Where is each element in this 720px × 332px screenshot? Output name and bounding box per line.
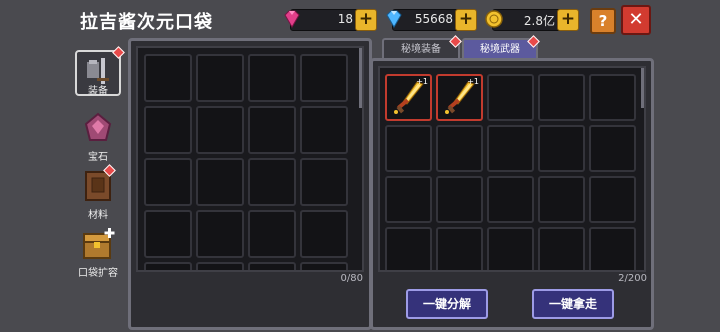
gold-coin-value: 2.8亿 (523, 14, 555, 28)
inventory-slot[interactable]: +1 (436, 74, 483, 121)
gem-icon (80, 110, 116, 146)
inventory-slot[interactable] (436, 227, 483, 270)
tab-realm-equipment[interactable]: 秘境装备 (382, 35, 462, 60)
add-blue-gem-button[interactable]: + (455, 9, 477, 31)
blue-gem-icon (386, 10, 402, 28)
inventory-slot[interactable] (589, 125, 636, 172)
tab-label: 秘境武器 (480, 44, 520, 55)
one-click-take-all-button[interactable]: 一键拿走 (532, 289, 614, 319)
inventory-slot[interactable] (487, 176, 534, 223)
close-button[interactable]: ✕ (621, 5, 651, 35)
inventory-slot[interactable] (300, 106, 348, 154)
inventory-slot[interactable] (300, 158, 348, 206)
realm-capacity: 2/200 (618, 273, 647, 284)
inventory-slot[interactable] (385, 176, 432, 223)
inventory-slot[interactable] (144, 54, 192, 102)
badge-dot (449, 35, 462, 48)
chest-expand-icon (80, 226, 116, 262)
close-icon: ✕ (628, 9, 644, 30)
inventory-slot[interactable] (589, 74, 636, 121)
pink-gem-value: 18 (337, 12, 353, 26)
gold-coin-icon (485, 10, 503, 28)
gold-coin-counter: 2.8亿 + (485, 9, 579, 31)
sidebar-item-equipment[interactable]: 装备 (72, 46, 125, 97)
inventory-slot[interactable] (538, 74, 585, 121)
scrollbar[interactable] (359, 48, 362, 108)
inventory-slot[interactable] (196, 262, 244, 270)
realm-grid: +1 +1 (385, 74, 636, 270)
pink-gem-icon (284, 10, 300, 28)
tab-realm-weapons[interactable]: 秘境武器 (462, 35, 540, 60)
inventory-slot[interactable] (144, 262, 192, 270)
inventory-slot[interactable] (538, 125, 585, 172)
inventory-slot[interactable] (144, 210, 192, 258)
blue-gem-counter: 55668 + (386, 9, 477, 31)
badge-dot (527, 35, 540, 48)
sidebar-item-gem[interactable]: 宝石 (72, 110, 124, 163)
inventory-slot[interactable] (436, 176, 483, 223)
inventory-slot[interactable] (538, 227, 585, 270)
realm-grid-container[interactable]: +1 +1 (378, 66, 646, 272)
add-gold-button[interactable]: + (557, 9, 579, 31)
sidebar-item-label: 宝石 (88, 152, 108, 163)
sidebar-item-expand[interactable]: 口袋扩容 (72, 226, 124, 279)
inventory-slot[interactable] (300, 210, 348, 258)
blue-gem-value: 55668 (414, 12, 453, 26)
sidebar-item-label: 装备 (88, 86, 108, 97)
one-click-decompose-button[interactable]: 一键分解 (406, 289, 488, 319)
inventory-slot[interactable] (385, 125, 432, 172)
backpack-grid (144, 54, 348, 270)
inventory-slot[interactable] (436, 125, 483, 172)
backpack-panel: 0/80 (128, 38, 372, 330)
inventory-slot[interactable] (589, 176, 636, 223)
inventory-slot[interactable] (248, 54, 296, 102)
material-box-icon (80, 164, 116, 204)
inventory-slot[interactable] (196, 106, 244, 154)
sidebar-item-label: 口袋扩容 (78, 268, 118, 279)
inventory-slot[interactable] (144, 106, 192, 154)
inventory-slot[interactable] (300, 262, 348, 270)
enhance-level: +1 (467, 77, 479, 86)
inventory-slot[interactable] (248, 210, 296, 258)
inventory-slot[interactable] (196, 210, 244, 258)
backpack-grid-container[interactable] (136, 46, 364, 272)
inventory-slot[interactable] (538, 176, 585, 223)
tab-label: 秘境装备 (401, 44, 441, 55)
inventory-slot[interactable] (196, 158, 244, 206)
enhance-level: +1 (416, 77, 428, 86)
sidebar-item-material[interactable]: 材料 (72, 164, 124, 221)
inventory-slot[interactable] (144, 158, 192, 206)
help-button[interactable]: ? (590, 8, 616, 34)
inventory-slot[interactable] (385, 227, 432, 270)
inventory-slot[interactable] (196, 54, 244, 102)
page-title: 拉吉酱次元口袋 (80, 12, 213, 33)
inventory-slot[interactable] (300, 54, 348, 102)
inventory-slot[interactable] (487, 74, 534, 121)
add-pink-gem-button[interactable]: + (355, 9, 377, 31)
inventory-slot[interactable] (487, 125, 534, 172)
inventory-slot[interactable] (487, 227, 534, 270)
backpack-capacity: 0/80 (340, 273, 363, 284)
inventory-slot[interactable] (589, 227, 636, 270)
inventory-slot[interactable] (248, 158, 296, 206)
inventory-slot[interactable] (248, 106, 296, 154)
sidebar-item-label: 材料 (88, 210, 108, 221)
inventory-slot[interactable]: +1 (385, 74, 432, 121)
inventory-slot[interactable] (248, 262, 296, 270)
pink-gem-counter: 18 + (284, 9, 377, 31)
scrollbar[interactable] (641, 68, 644, 108)
